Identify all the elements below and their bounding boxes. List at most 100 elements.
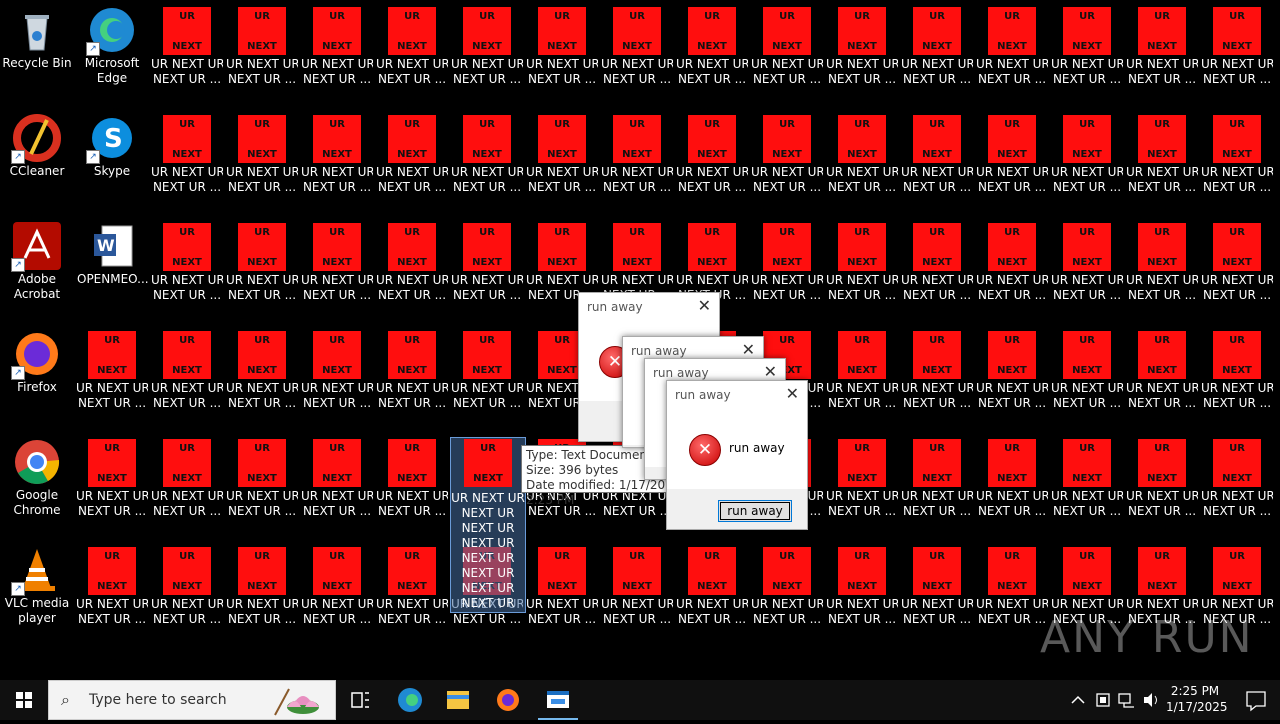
ur-next-file-icon[interactable]: URNEXT xyxy=(613,115,661,163)
ur-next-file-icon[interactable]: URNEXT xyxy=(1138,439,1186,487)
ur-next-file-icon[interactable]: URNEXT xyxy=(388,7,436,55)
ur-next-file-icon[interactable]: URNEXT xyxy=(238,547,286,595)
ur-next-file-icon[interactable]: URNEXT xyxy=(838,115,886,163)
close-icon[interactable]: ✕ xyxy=(742,340,755,359)
tray-network-icon[interactable] xyxy=(1116,680,1138,720)
ur-next-file-icon[interactable]: URNEXT xyxy=(388,331,436,379)
taskbar-search-box[interactable]: ⌕ Type here to search xyxy=(48,680,336,720)
task-view-button[interactable] xyxy=(336,680,384,720)
ur-next-file-icon[interactable]: URNEXT xyxy=(988,331,1036,379)
desktop[interactable]: Recycle Bin ↗ Microsoft Edge ↗ CCleaner … xyxy=(0,0,1280,680)
ur-next-file-icon[interactable]: URNEXT xyxy=(838,331,886,379)
dialog-titlebar[interactable]: run away ✕ xyxy=(667,381,807,409)
tray-volume-icon[interactable] xyxy=(1140,680,1162,720)
ur-next-file-icon[interactable]: URNEXT xyxy=(913,439,961,487)
close-icon[interactable]: ✕ xyxy=(698,296,711,315)
ur-next-file-icon[interactable]: URNEXT xyxy=(238,331,286,379)
ur-next-file-icon[interactable]: URNEXT xyxy=(1063,331,1111,379)
ur-next-file-icon[interactable]: URNEXT xyxy=(313,223,361,271)
ur-next-file-icon[interactable]: URNEXT xyxy=(913,223,961,271)
ur-next-file-icon[interactable]: URNEXT xyxy=(88,331,136,379)
ur-next-file-icon[interactable]: URNEXT xyxy=(313,331,361,379)
ur-next-file-icon[interactable]: URNEXT xyxy=(1063,439,1111,487)
ur-next-file-icon[interactable]: URNEXT xyxy=(1138,547,1186,595)
ur-next-file-icon[interactable]: URNEXT xyxy=(988,547,1036,595)
ur-next-file-icon[interactable]: URNEXT xyxy=(1213,223,1261,271)
ur-next-file-icon[interactable]: URNEXT xyxy=(538,223,586,271)
ur-next-file-icon[interactable]: URNEXT xyxy=(238,223,286,271)
ur-next-file-icon[interactable]: URNEXT xyxy=(838,547,886,595)
taskbar-file-explorer-button[interactable] xyxy=(434,680,482,720)
ur-next-file-icon[interactable]: URNEXT xyxy=(388,439,436,487)
ur-next-file-icon[interactable]: URNEXT xyxy=(1213,7,1261,55)
close-icon[interactable]: ✕ xyxy=(786,384,799,403)
ur-next-file-icon[interactable]: URNEXT xyxy=(313,547,361,595)
ur-next-file-icon[interactable]: URNEXT xyxy=(763,547,811,595)
ur-next-file-icon[interactable]: URNEXT xyxy=(1138,223,1186,271)
ur-next-file-icon[interactable]: URNEXT xyxy=(538,547,586,595)
ur-next-file-icon[interactable]: URNEXT xyxy=(388,223,436,271)
run-away-button[interactable]: run away xyxy=(718,500,792,522)
ur-next-file-icon[interactable]: URNEXT xyxy=(763,223,811,271)
ur-next-file-icon[interactable]: URNEXT xyxy=(913,547,961,595)
ur-next-file-icon[interactable]: URNEXT xyxy=(838,7,886,55)
ur-next-file-icon[interactable]: URNEXT xyxy=(688,547,736,595)
chrome-desktop-icon[interactable]: Google Chrome xyxy=(2,438,72,538)
close-icon[interactable]: ✕ xyxy=(764,362,777,381)
ur-next-file-icon[interactable]: URNEXT xyxy=(238,7,286,55)
ur-next-file-icon[interactable]: URNEXT xyxy=(163,439,211,487)
acrobat-desktop-icon[interactable]: ↗ Adobe Acrobat xyxy=(2,222,72,322)
show-hidden-icons-button[interactable] xyxy=(1066,680,1090,720)
ur-next-file-icon[interactable]: URNEXT xyxy=(1213,439,1261,487)
notifications-button[interactable] xyxy=(1232,680,1280,720)
ur-next-file-icon[interactable]: URNEXT xyxy=(988,7,1036,55)
ur-next-file-icon[interactable]: URNEXT xyxy=(313,115,361,163)
ur-next-file-icon[interactable]: URNEXT xyxy=(88,439,136,487)
ur-next-file-icon[interactable]: URNEXT xyxy=(763,115,811,163)
taskbar-active-app-button[interactable] xyxy=(534,680,582,720)
ur-next-file-icon[interactable]: URNEXT xyxy=(1138,115,1186,163)
skype-desktop-icon[interactable]: S ↗ Skype xyxy=(77,114,147,214)
ur-next-file-icon[interactable]: URNEXT xyxy=(688,7,736,55)
tray-device-icon[interactable] xyxy=(1092,680,1114,720)
ur-next-file-icon[interactable]: URNEXT xyxy=(913,115,961,163)
ur-next-file-icon[interactable]: URNEXT xyxy=(1138,331,1186,379)
vlc-desktop-icon[interactable]: ↗ VLC media player xyxy=(2,546,72,646)
ur-next-file-icon[interactable]: URNEXT xyxy=(238,439,286,487)
ur-next-file-icon[interactable]: URNEXT xyxy=(1063,7,1111,55)
ur-next-file-icon[interactable]: URNEXT xyxy=(1213,331,1261,379)
firefox-desktop-icon[interactable]: ↗ Firefox xyxy=(2,330,72,430)
taskbar-edge-button[interactable] xyxy=(386,680,434,720)
ur-next-file-icon[interactable]: URNEXT xyxy=(388,115,436,163)
ur-next-file-icon[interactable]: URNEXT xyxy=(163,547,211,595)
ur-next-file-icon[interactable]: URNEXT xyxy=(1213,115,1261,163)
ur-next-file-icon[interactable]: URNEXT xyxy=(238,115,286,163)
ur-next-file-icon[interactable]: URNEXT xyxy=(163,331,211,379)
ur-next-file-icon[interactable]: URNEXT xyxy=(163,223,211,271)
run-away-dialog-front[interactable]: run away ✕ ✕ run away run away xyxy=(666,380,808,530)
ur-next-file-icon[interactable]: URNEXT xyxy=(538,7,586,55)
ur-next-file-icon[interactable]: URNEXT xyxy=(763,7,811,55)
ur-next-file-icon[interactable]: URNEXT xyxy=(613,7,661,55)
taskbar-clock[interactable]: 2:25 PM 1/17/2025 xyxy=(1166,683,1228,715)
ur-next-file-icon[interactable]: URNEXT xyxy=(463,7,511,55)
start-button[interactable] xyxy=(0,680,48,720)
ur-next-file-icon[interactable]: URNEXT xyxy=(163,115,211,163)
recycle-bin-icon[interactable]: Recycle Bin xyxy=(2,6,72,106)
ur-next-file-icon[interactable]: URNEXT xyxy=(163,7,211,55)
openmeo-desktop-icon[interactable]: W OPENMEO... xyxy=(77,222,149,322)
ur-next-file-icon[interactable]: URNEXT xyxy=(913,331,961,379)
ur-next-file-icon[interactable]: URNEXT xyxy=(613,223,661,271)
ur-next-file-icon[interactable]: URNEXT xyxy=(463,115,511,163)
ur-next-file-icon[interactable]: URNEXT xyxy=(988,223,1036,271)
taskbar-firefox-button[interactable] xyxy=(484,680,532,720)
selected-ur-file[interactable]: UR NEXT UR NEXT UR NEXT UR NEXT UR NEXT UR N… xyxy=(450,437,526,613)
ur-next-file-icon[interactable]: URNEXT xyxy=(1213,547,1261,595)
ur-next-file-icon[interactable]: URNEXT xyxy=(988,439,1036,487)
ur-next-file-icon[interactable]: URNEXT xyxy=(388,547,436,595)
ur-next-file-icon[interactable]: URNEXT xyxy=(463,223,511,271)
ur-next-file-icon[interactable]: URNEXT xyxy=(688,223,736,271)
ur-next-file-icon[interactable]: URNEXT xyxy=(913,7,961,55)
edge-desktop-icon[interactable]: ↗ Microsoft Edge xyxy=(77,6,147,106)
ur-next-file-icon[interactable]: URNEXT xyxy=(838,223,886,271)
